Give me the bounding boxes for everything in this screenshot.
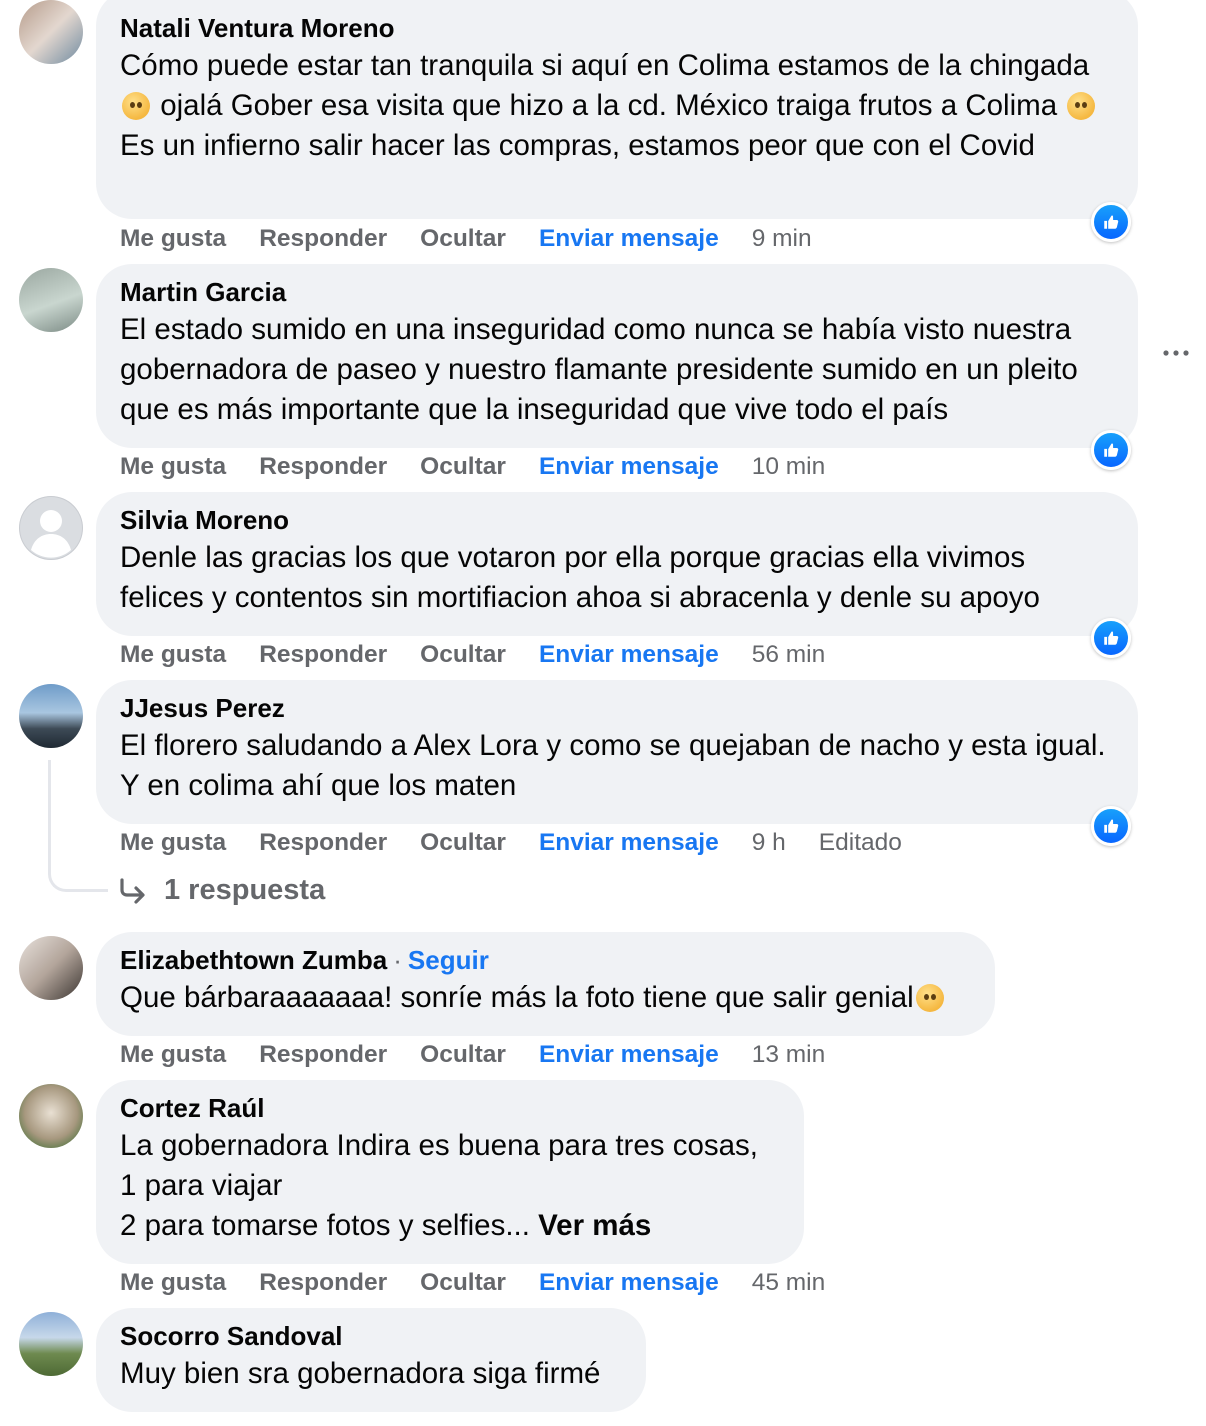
timestamp[interactable]: 10 min — [752, 453, 826, 481]
comment-author: Elizabethtown Zumba · Seguir — [120, 944, 973, 976]
send-message-button[interactable]: Enviar mensaje — [539, 641, 719, 669]
reply-button[interactable]: Responder — [259, 829, 387, 857]
reply-button[interactable]: Responder — [259, 453, 387, 481]
like-reaction-icon[interactable] — [1091, 618, 1131, 658]
comment-actions: Me gusta Responder Ocultar Enviar mensaj… — [120, 1040, 858, 1070]
comment-text: El estado sumido en una inseguridad como… — [120, 313, 1078, 426]
timestamp[interactable]: 56 min — [752, 641, 826, 669]
follow-button[interactable]: Seguir — [408, 945, 489, 975]
comment-bubble: JJesus Perez El florero saludando a Alex… — [96, 680, 1138, 824]
comment-actions: Me gusta Responder Ocultar Enviar mensaj… — [120, 640, 858, 670]
more-options-icon[interactable] — [1160, 343, 1192, 363]
reply-button[interactable]: Responder — [259, 641, 387, 669]
like-button[interactable]: Me gusta — [120, 1269, 226, 1297]
send-message-button[interactable]: Enviar mensaje — [539, 1041, 719, 1069]
comment-text: El florero saludando a Alex Lora y como … — [120, 729, 1106, 802]
like-button[interactable]: Me gusta — [120, 641, 226, 669]
default-avatar-icon — [20, 497, 82, 559]
avatar[interactable] — [19, 684, 83, 748]
reply-button[interactable]: Responder — [259, 225, 387, 253]
view-replies-link[interactable]: 1 respuesta — [118, 874, 325, 907]
timestamp[interactable]: 9 min — [752, 225, 812, 253]
timestamp[interactable]: 13 min — [752, 1041, 826, 1069]
hide-button[interactable]: Ocultar — [420, 453, 506, 481]
avatar[interactable] — [19, 1084, 83, 1148]
comment-text: La gobernadora Indira es buena para tres… — [120, 1126, 782, 1246]
like-button[interactable]: Me gusta — [120, 225, 226, 253]
worried-face-icon — [122, 92, 150, 120]
avatar[interactable] — [19, 496, 83, 560]
timestamp[interactable]: 9 h — [752, 829, 786, 857]
comment-author[interactable]: Martin Garcia — [120, 276, 1116, 308]
comment-bubble: Martin Garcia El estado sumido en una in… — [96, 264, 1138, 448]
separator-dot: · — [393, 945, 402, 975]
replies-count[interactable]: 1 respuesta — [164, 874, 325, 907]
hide-button[interactable]: Ocultar — [420, 641, 506, 669]
sad-face-icon — [1067, 92, 1096, 120]
comment-bubble: Natali Ventura Moreno Cómo puede estar t… — [96, 0, 1138, 219]
reply-button[interactable]: Responder — [259, 1041, 387, 1069]
comment-text: Muy bien sra gobernadora siga firmé — [120, 1357, 601, 1390]
comment-text: Que bárbaraaaaaaa! sonríe más la foto ti… — [120, 978, 973, 1018]
comment-text: Denle las gracias los que votaron por el… — [120, 541, 1040, 614]
comment-author[interactable]: Cortez Raúl — [120, 1092, 782, 1124]
smirk-face-icon — [915, 984, 944, 1012]
avatar[interactable] — [19, 268, 83, 332]
comment-bubble: Elizabethtown Zumba · Seguir Que bárbaraaa… — [96, 932, 995, 1036]
reply-arrow-icon — [120, 877, 145, 904]
comment-author[interactable]: JJesus Perez — [120, 692, 1116, 724]
comment-text: Cómo puede estar tan tranquila si aquí e… — [120, 46, 1116, 166]
hide-button[interactable]: Ocultar — [420, 225, 506, 253]
send-message-button[interactable]: Enviar mensaje — [539, 829, 719, 857]
edited-label: Editado — [818, 829, 902, 856]
like-button[interactable]: Me gusta — [120, 1041, 226, 1069]
send-message-button[interactable]: Enviar mensaje — [539, 225, 719, 253]
thread-connector — [48, 760, 108, 892]
comment-bubble: Cortez Raúl La gobernadora Indira es bue… — [96, 1080, 804, 1264]
comment-actions: Me gusta Responder Ocultar Enviar mensaj… — [120, 828, 935, 858]
comment-author[interactable]: Natali Ventura Moreno — [120, 12, 1116, 44]
avatar[interactable] — [19, 936, 83, 1000]
comment-actions: Me gusta Responder Ocultar Enviar mensaj… — [120, 224, 845, 254]
avatar[interactable] — [19, 0, 83, 64]
comment-text-line: 1 para viajar — [120, 1169, 283, 1202]
comment-author[interactable]: Socorro Sandoval — [120, 1320, 624, 1352]
like-reaction-icon[interactable] — [1091, 202, 1131, 242]
author-name[interactable]: Elizabethtown Zumba — [120, 945, 387, 975]
send-message-button[interactable]: Enviar mensaje — [539, 1269, 719, 1297]
reply-button[interactable]: Responder — [259, 1269, 387, 1297]
like-button[interactable]: Me gusta — [120, 829, 226, 857]
comment-actions: Me gusta Responder Ocultar Enviar mensaj… — [120, 452, 858, 482]
comment-text-line: La gobernadora Indira es buena para tres… — [120, 1129, 758, 1162]
hide-button[interactable]: Ocultar — [420, 1041, 506, 1069]
comment-bubble: Socorro Sandoval Muy bien sra gobernador… — [96, 1308, 646, 1412]
like-reaction-icon[interactable] — [1091, 430, 1131, 470]
comment-bubble: Silvia Moreno Denle las gracias los que … — [96, 492, 1138, 636]
like-reaction-icon[interactable] — [1091, 806, 1131, 846]
send-message-button[interactable]: Enviar mensaje — [539, 453, 719, 481]
hide-button[interactable]: Ocultar — [420, 829, 506, 857]
see-more-link[interactable]: Ver más — [538, 1209, 651, 1242]
comment-author[interactable]: Silvia Moreno — [120, 504, 1116, 536]
comment-actions: Me gusta Responder Ocultar Enviar mensaj… — [120, 1268, 858, 1298]
avatar[interactable] — [19, 1312, 83, 1376]
like-button[interactable]: Me gusta — [120, 453, 226, 481]
hide-button[interactable]: Ocultar — [420, 1269, 506, 1297]
timestamp[interactable]: 45 min — [752, 1269, 826, 1297]
comment-text-line: 2 para tomarse fotos y selfies... Ver má… — [120, 1209, 652, 1242]
